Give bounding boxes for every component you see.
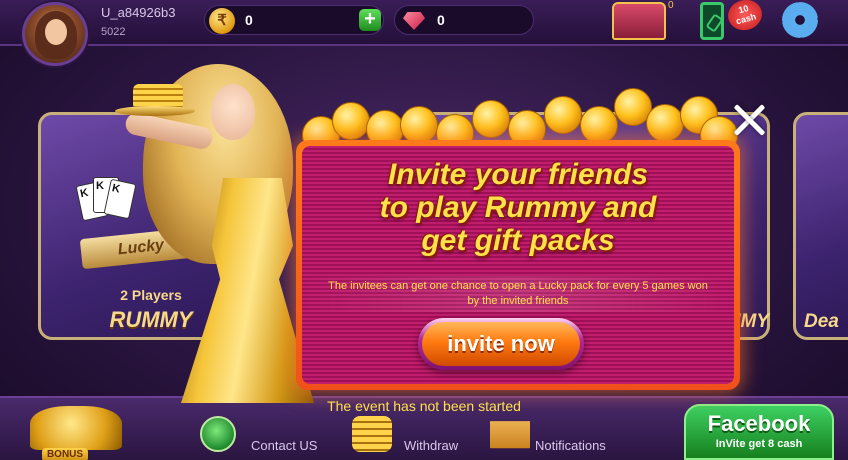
game-card-right-label: Dea	[804, 311, 839, 332]
invite-dialog: Invite your friends to play Rummy and ge…	[296, 140, 740, 390]
username: U_a84926b3	[101, 5, 176, 20]
treasure-chest-icon[interactable]	[612, 2, 666, 40]
add-coins-button[interactable]: +	[359, 9, 381, 31]
notifications-button[interactable]: Notifications	[490, 416, 630, 456]
facebook-title: Facebook	[707, 411, 811, 436]
bonus-label: BONUS	[42, 448, 88, 460]
invite-dialog-body: Invite your friends to play Rummy and ge…	[302, 146, 734, 384]
contact-us-label: Contact US	[251, 438, 318, 453]
withdraw-label: Withdraw	[404, 438, 459, 453]
chest-count: 0	[668, 0, 674, 11]
facebook-subtitle: InVite get 8 cash	[715, 438, 803, 450]
coin-balance-pill: ₹ 0 +	[204, 5, 384, 35]
share-phone-icon[interactable]	[700, 2, 724, 40]
dialog-description: The invitees can get one chance to open …	[328, 280, 708, 307]
gem-icon	[403, 12, 425, 30]
contact-us-button[interactable]: Contact US	[200, 416, 330, 456]
dialog-title: Invite your friends to play Rummy and ge…	[379, 158, 657, 257]
hostess-face	[211, 84, 255, 140]
headset-support-icon	[200, 416, 236, 452]
close-icon[interactable]	[729, 100, 769, 140]
notifications-label: Notifications	[535, 438, 606, 453]
gold-tray	[115, 106, 195, 116]
coin-balance: 0	[245, 12, 253, 28]
rupee-coin-icon: ₹	[209, 8, 235, 34]
gear-icon[interactable]	[782, 2, 818, 38]
envelope-icon	[490, 421, 530, 449]
coin-stack-icon	[352, 416, 392, 452]
gem-balance-pill: 0	[394, 5, 534, 35]
user-avatar[interactable]	[22, 2, 88, 66]
avatar-face	[45, 19, 67, 45]
gem-balance: 0	[437, 12, 445, 28]
withdraw-button[interactable]: Withdraw	[352, 416, 472, 456]
invite-now-label: invite now	[422, 322, 580, 366]
event-status-text: The event has not been started	[327, 398, 521, 414]
game-card-right[interactable]: Dea	[793, 112, 848, 340]
invite-now-button[interactable]: invite now	[418, 318, 584, 370]
user-id: 5022	[101, 26, 126, 38]
